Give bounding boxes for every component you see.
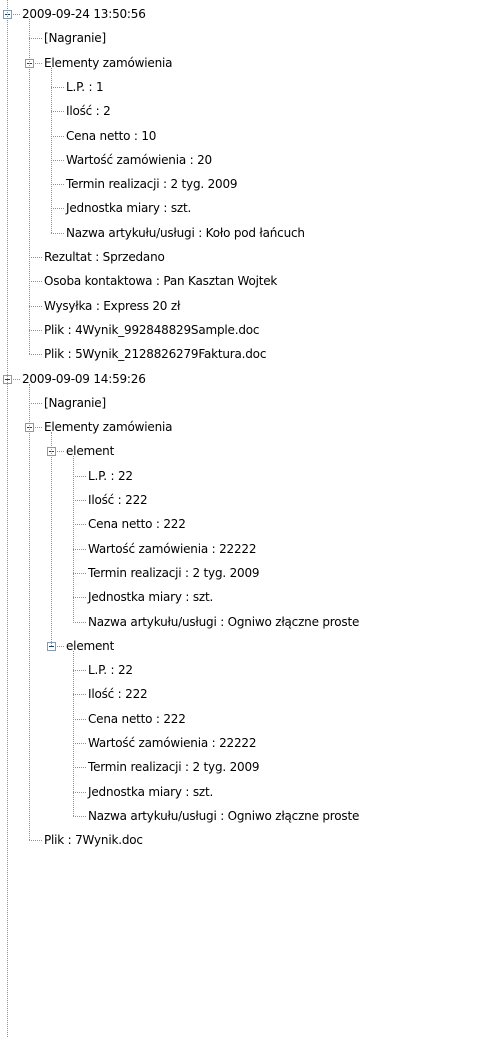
tree-leaf[interactable]: Cena netto : 10 [0, 124, 492, 148]
tree-connector [29, 305, 42, 307]
tree-node-label: Ilość : 2 [66, 104, 111, 119]
tree-node-label: Nazwa artykułu/usługi : Ogniwo złączne p… [88, 614, 360, 629]
tree-guide-line [73, 650, 74, 816]
tree-node[interactable]: Elementy zamówienia [0, 415, 492, 439]
tree-connector [73, 694, 86, 696]
tree-connector [51, 208, 64, 210]
tree-leaf[interactable]: Osoba kontaktowa : Pan Kasztan Wojtek [0, 269, 492, 293]
tree-connector [73, 475, 86, 477]
tree-node-label: Nazwa artykułu/usługi : Koło pod łańcuch [66, 225, 305, 240]
tree-node-label: Plik : 4Wynik_992848829Sample.doc [44, 322, 260, 337]
tree-leaf[interactable]: [Nagranie] [0, 391, 492, 415]
tree-node-label: Termin realizacji : 2 tyg. 2009 [88, 760, 260, 775]
tree-guide-line [29, 383, 30, 841]
tree-node-label: [Nagranie] [44, 31, 106, 46]
tree-leaf[interactable]: Termin realizacji : 2 tyg. 2009 [0, 172, 492, 196]
tree-node-label: Wysyłka : Express 20 zł [44, 298, 181, 313]
tree-leaf[interactable]: [Nagranie] [0, 26, 492, 50]
tree-connector [29, 840, 42, 842]
tree-node-label: Wartość zamówienia : 22222 [88, 541, 257, 556]
tree-connector [73, 815, 86, 817]
tree-node-label: Plik : 7Wynik.doc [44, 833, 143, 848]
tree-node-label: Jednostka miary : szt. [88, 590, 214, 605]
tree-connector [73, 524, 86, 526]
tree-node-label: L.P. : 1 [66, 79, 104, 94]
tree-leaf[interactable]: Plik : 4Wynik_992848829Sample.doc [0, 318, 492, 342]
tree-guide-line [51, 67, 52, 233]
tree-connector [73, 767, 86, 769]
tree-node-label: Cena netto : 222 [88, 711, 186, 726]
tree-node-label: Osoba kontaktowa : Pan Kasztan Wojtek [44, 274, 278, 289]
tree-connector [51, 111, 64, 113]
tree-view[interactable]: 2009-09-24 13:50:56 [Nagranie] Elementy za… [0, 0, 492, 1037]
tree-connector [73, 718, 86, 720]
tree-node-label: 2009-09-24 13:50:56 [22, 7, 146, 21]
tree-node-label: Ilość : 222 [88, 687, 148, 702]
tree-leaf[interactable]: Plik : 5Wynik_2128826279Faktura.doc [0, 342, 492, 366]
tree-node[interactable]: 2009-09-24 13:50:56 [0, 2, 492, 26]
tree-node-label: Jednostka miary : szt. [88, 784, 214, 799]
tree-leaf[interactable]: Wartość zamówienia : 20 [0, 148, 492, 172]
tree-leaf[interactable]: L.P. : 1 [0, 75, 492, 99]
tree-connector [51, 184, 64, 186]
tree-connector [29, 38, 42, 40]
tree-node-label: Elementy zamówienia [44, 55, 173, 70]
tree-connector [73, 597, 86, 599]
tree-connector [73, 791, 86, 793]
tree-leaf[interactable]: Jednostka miary : szt. [0, 196, 492, 220]
tree-connector [51, 86, 64, 88]
tree-guide-line [73, 456, 74, 622]
tree-connector [29, 257, 42, 258]
tree-node-label: Nazwa artykułu/usługi : Ogniwo złączne p… [88, 808, 360, 823]
tree-leaf[interactable]: Wysyłka : Express 20 zł [0, 294, 492, 318]
tree-node-label: Termin realizacji : 2 tyg. 2009 [88, 565, 260, 580]
tree-guide-line [51, 432, 52, 646]
tree-connector [73, 548, 86, 550]
tree-connector [73, 572, 86, 574]
tree-node[interactable]: Elementy zamówienia [0, 51, 492, 75]
tree-guide-line [7, 0, 8, 1037]
tree-connector [51, 232, 64, 234]
tree-connector [29, 402, 42, 404]
tree-node[interactable]: 2009-09-09 14:59:26 [0, 367, 492, 391]
tree-node-label: Jednostka miary : szt. [66, 201, 192, 216]
tree-leaf[interactable]: Plik : 7Wynik.doc [0, 828, 492, 852]
tree-connector [73, 743, 86, 744]
tree-node-label: Termin realizacji : 2 tyg. 2009 [66, 177, 238, 192]
tree-node-label: Elementy zamówienia [44, 420, 173, 435]
tree-node-label: Wartość zamówienia : 20 [66, 152, 212, 167]
tree-connector [29, 281, 42, 283]
tree-node-label: L.P. : 22 [88, 663, 133, 678]
tree-node-label: Cena netto : 222 [88, 517, 186, 532]
tree-leaf[interactable]: Ilość : 2 [0, 99, 492, 123]
tree-connector [51, 159, 64, 161]
tree-connector [51, 135, 64, 137]
tree-connector [29, 329, 42, 331]
tree-node-label: Plik : 5Wynik_2128826279Faktura.doc [44, 347, 267, 362]
tree-connector [73, 621, 86, 623]
tree-guide-line [29, 19, 30, 355]
tree-node-label: Ilość : 222 [88, 493, 148, 507]
tree-node-label: Cena netto : 10 [66, 128, 157, 143]
tree-leaf[interactable]: Nazwa artykułu/usługi : Koło pod łańcuch [0, 221, 492, 245]
tree-node-label: 2009-09-09 14:59:26 [22, 371, 146, 386]
tree-node-label: Rezultat : Sprzedano [44, 250, 165, 264]
tree-connector [73, 500, 86, 501]
tree-connector [73, 670, 86, 672]
tree-connector [29, 354, 42, 356]
tree-node-label: [Nagranie] [44, 395, 106, 410]
tree-leaf[interactable]: Rezultat : Sprzedano [0, 245, 492, 269]
tree-node-label: L.P. : 22 [88, 468, 133, 483]
tree-node-label: Wartość zamówienia : 22222 [88, 736, 257, 750]
